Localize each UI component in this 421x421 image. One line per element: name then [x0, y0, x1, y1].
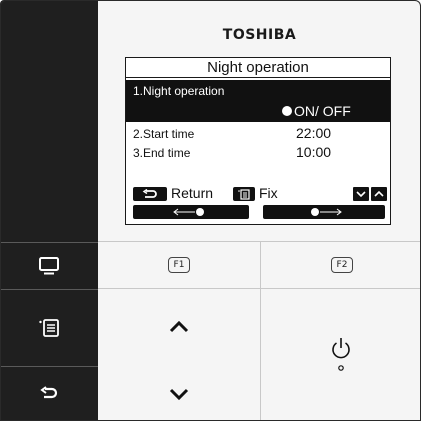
softkey-right-indicator	[263, 205, 385, 219]
arrow-right-dot-icon	[311, 208, 342, 216]
menu-button[interactable]	[0, 289, 98, 365]
menu-item-start-time-label[interactable]: 2.Start time	[133, 127, 194, 141]
return-key-icon	[133, 187, 167, 201]
return-icon	[40, 386, 58, 399]
nav-keys	[353, 187, 387, 201]
menu-item-label: 1.Night operation	[133, 84, 225, 98]
menu-icon	[39, 318, 59, 337]
power-icon	[332, 338, 350, 371]
screen-footer: Return Fix	[126, 185, 390, 203]
fix-hint-label: Fix	[259, 185, 278, 201]
selection-dot-icon	[282, 106, 292, 116]
return-button[interactable]	[0, 366, 98, 421]
remote-controller: TOSHIBA Night operation 1.Night operatio…	[0, 0, 421, 421]
f1-button[interactable]: F1	[168, 257, 190, 273]
end-time-value: 10:00	[296, 144, 332, 160]
chevron-up-icon	[169, 320, 189, 333]
sidebar-panel	[0, 0, 98, 421]
down-button[interactable]	[98, 366, 260, 421]
chevron-up-small-icon	[371, 187, 387, 201]
menu-item-end-time-label[interactable]: 3.End time	[133, 146, 190, 160]
menu-item-night-operation[interactable]: 1.Night operation ON/ OFF	[126, 80, 390, 122]
arrow-left-dot-icon	[173, 208, 204, 216]
start-time-value: 22:00	[296, 125, 332, 141]
night-operation-value: ON/ OFF	[294, 103, 351, 119]
power-button[interactable]	[261, 289, 421, 421]
chevron-down-icon	[169, 388, 189, 400]
menu-item-value: ON/ OFF	[282, 103, 351, 119]
screen-title: Night operation	[126, 58, 390, 78]
f2-button[interactable]: F2	[331, 257, 353, 273]
chevron-down-small-icon	[353, 187, 369, 201]
up-button[interactable]	[98, 289, 260, 365]
monitor-button[interactable]	[0, 242, 98, 288]
lcd-screen: Night operation 1.Night operation ON/ OF…	[125, 57, 391, 225]
softkey-left-indicator	[133, 205, 249, 219]
menu-key-icon	[233, 187, 255, 201]
monitor-icon	[39, 256, 59, 274]
brand-logo: TOSHIBA	[222, 27, 297, 43]
return-hint-label: Return	[171, 185, 214, 201]
